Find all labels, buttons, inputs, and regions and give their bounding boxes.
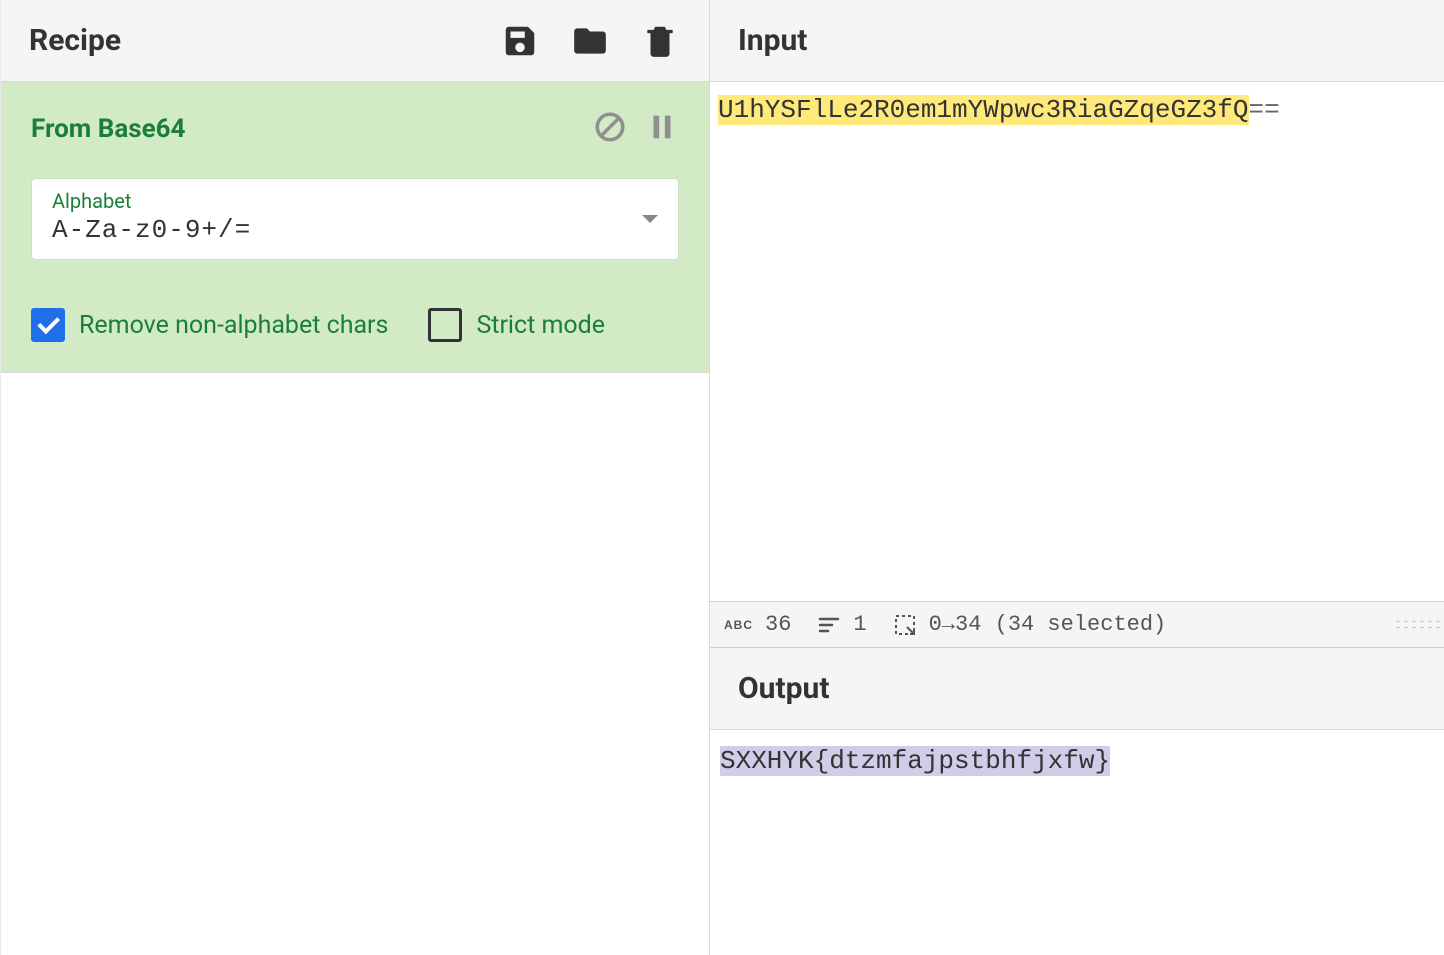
operation-title: From Base64 xyxy=(31,114,575,144)
strict-mode-checkbox[interactable]: Strict mode xyxy=(428,308,605,342)
output-highlighted-text: SXXHYK{dtzmfajpstbhfjxfw} xyxy=(720,746,1110,776)
output-text-area[interactable]: SXXHYK{dtzmfajpstbhfjxfw} xyxy=(710,730,1444,792)
recipe-header: Recipe xyxy=(1,0,709,82)
checkbox-unchecked-icon xyxy=(428,308,462,342)
remove-nonalpha-label: Remove non-alphabet chars xyxy=(79,311,388,340)
lines-icon xyxy=(817,613,841,637)
input-title: Input xyxy=(738,23,1416,58)
input-text-area[interactable]: U1hYSFlLe2R0em1mYWpwc3RiaGZqeGZ3fQ== xyxy=(710,82,1444,602)
char-count-value: 36 xyxy=(765,612,791,637)
recipe-header-icons xyxy=(499,20,681,62)
trash-icon[interactable] xyxy=(639,20,681,62)
recipe-panel: Recipe From Base64 Alphabet A-Za-z xyxy=(0,0,710,955)
input-header: Input xyxy=(710,0,1444,82)
alphabet-value: A-Za-z0-9+/= xyxy=(52,215,658,245)
checkbox-checked-icon xyxy=(31,308,65,342)
operation-options: Remove non-alphabet chars Strict mode xyxy=(31,308,679,342)
line-count-value: 1 xyxy=(853,612,866,637)
operation-from-base64: From Base64 Alphabet A-Za-z0-9+/= Remove… xyxy=(1,82,709,373)
alphabet-select[interactable]: Alphabet A-Za-z0-9+/= xyxy=(31,178,679,260)
selection-info: 0→34 (34 selected) xyxy=(893,612,1167,637)
output-title: Output xyxy=(738,671,1416,706)
remove-nonalpha-checkbox[interactable]: Remove non-alphabet chars xyxy=(31,308,388,342)
recipe-title: Recipe xyxy=(29,23,499,58)
io-panel: Input U1hYSFlLe2R0em1mYWpwc3RiaGZqeGZ3fQ… xyxy=(710,0,1444,955)
chevron-down-icon xyxy=(642,215,658,223)
selection-text: 0→34 (34 selected) xyxy=(929,612,1167,637)
folder-icon[interactable] xyxy=(569,20,611,62)
selection-icon xyxy=(893,613,917,637)
strict-mode-label: Strict mode xyxy=(476,311,605,340)
resize-handle[interactable] xyxy=(1394,602,1440,647)
pause-icon[interactable] xyxy=(645,110,679,148)
input-highlighted-text: U1hYSFlLe2R0em1mYWpwc3RiaGZqeGZ3fQ xyxy=(718,95,1249,125)
alphabet-label: Alphabet xyxy=(52,189,658,213)
disable-icon[interactable] xyxy=(593,110,627,148)
save-icon[interactable] xyxy=(499,20,541,62)
output-header: Output xyxy=(710,648,1444,730)
input-status-bar: ABC 36 1 0→34 (34 selected) xyxy=(710,602,1444,648)
input-tail-text: == xyxy=(1249,95,1280,125)
line-count: 1 xyxy=(817,612,866,637)
operation-header: From Base64 xyxy=(31,110,679,148)
abc-icon: ABC xyxy=(724,618,753,632)
char-count: ABC 36 xyxy=(724,612,791,637)
